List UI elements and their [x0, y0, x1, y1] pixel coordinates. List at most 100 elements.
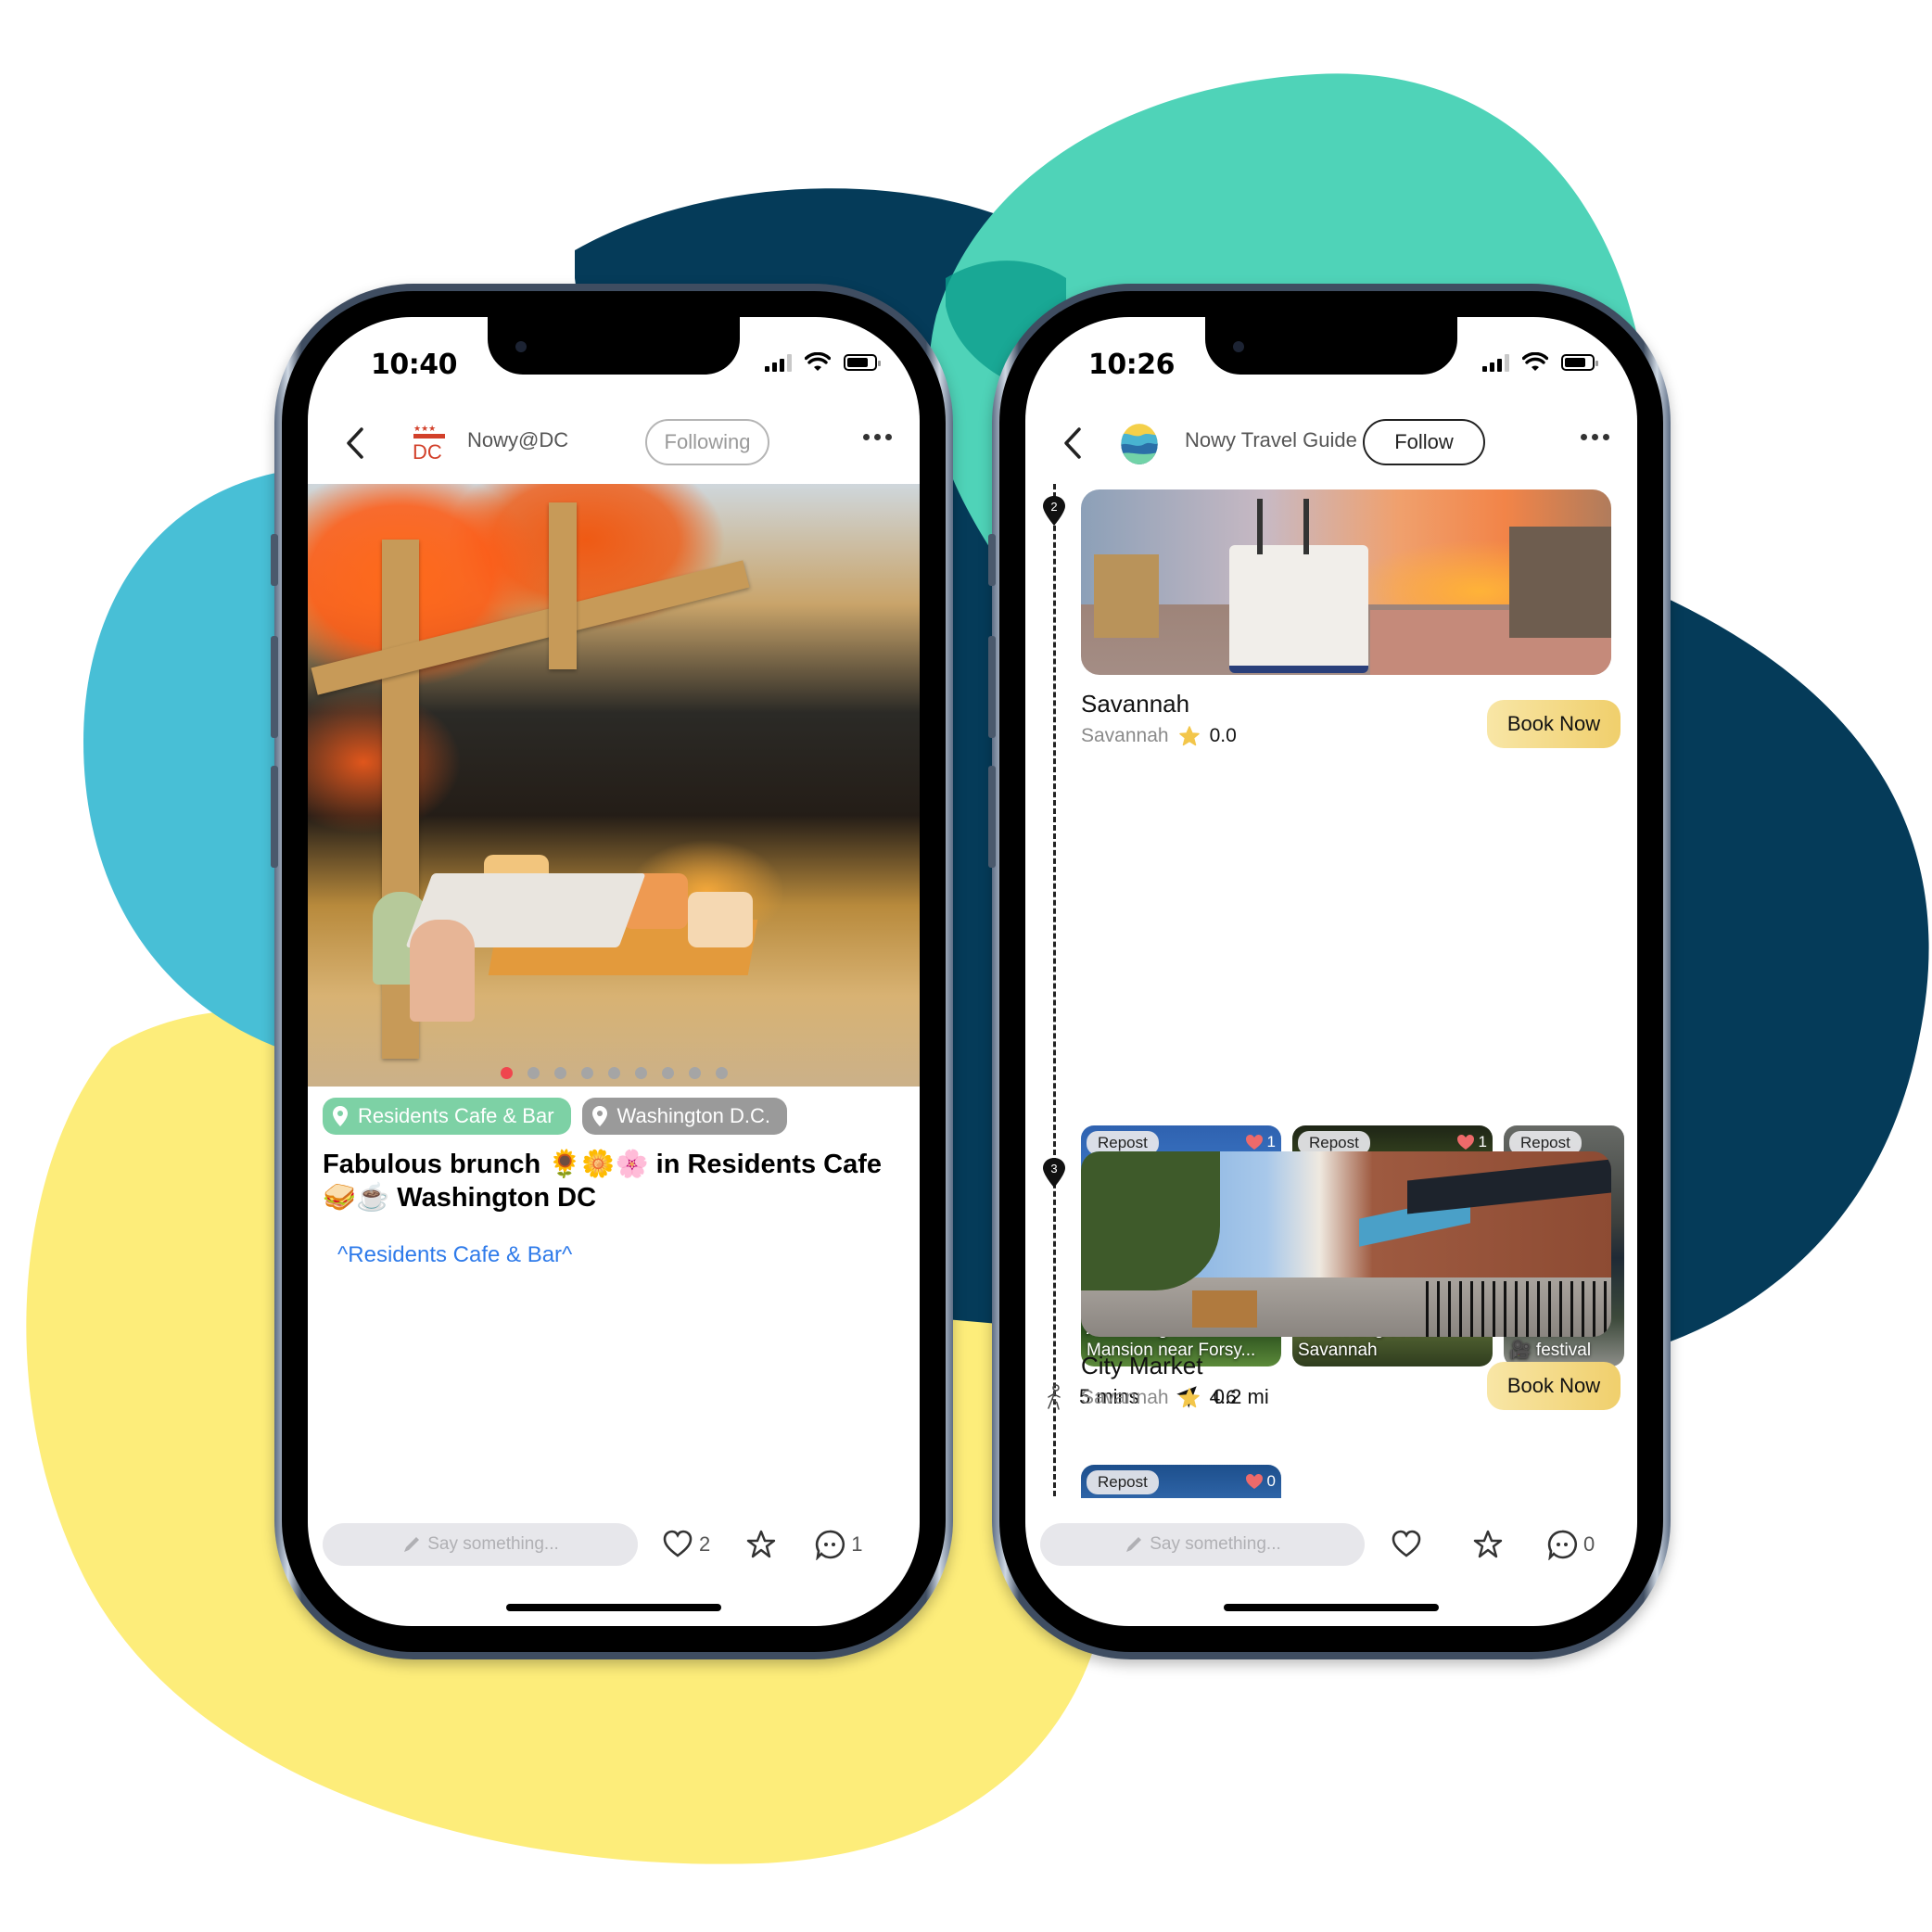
place-city: Savannah — [1081, 725, 1169, 746]
comment-button[interactable]: 1 — [814, 1529, 863, 1560]
status-icons — [1482, 352, 1598, 373]
nav-bar: Nowy Travel Guide Follow — [1025, 410, 1637, 475]
more-options-icon[interactable] — [1581, 434, 1609, 440]
heart-filled-icon — [1245, 1474, 1263, 1489]
battery-icon — [1561, 354, 1598, 371]
side-button-volume-up — [271, 636, 278, 738]
photo-pink-chair — [410, 920, 475, 1022]
location-pin-icon — [333, 1106, 348, 1126]
photo-planter — [1192, 1290, 1257, 1328]
favorite-button[interactable] — [1472, 1529, 1504, 1560]
carousel-dot[interactable] — [688, 1067, 701, 1079]
repost-like-count: 0 — [1266, 1472, 1276, 1490]
place-name[interactable]: City Market — [1081, 1352, 1202, 1380]
wifi-icon — [805, 352, 831, 371]
svg-text:DC: DC — [413, 440, 442, 462]
place-photo-savannah[interactable] — [1081, 489, 1611, 675]
home-indicator[interactable] — [1224, 1604, 1439, 1611]
carousel-dot-active[interactable] — [500, 1067, 513, 1079]
side-button-volume-down — [988, 766, 996, 868]
repost-likes: 0 — [1245, 1472, 1276, 1491]
stop-marker-pin: 3 — [1043, 1158, 1065, 1188]
route-timeline — [1053, 484, 1056, 1496]
carousel-dot[interactable] — [580, 1067, 593, 1079]
side-button-volume-down — [271, 766, 278, 868]
photo-hotel — [1094, 554, 1159, 638]
comment-input[interactable]: Say something... — [1040, 1523, 1365, 1566]
heart-filled-icon — [1456, 1135, 1474, 1150]
like-count: 2 — [699, 1532, 711, 1556]
nav-bar: ★★★ DC Nowy@DC Following — [308, 410, 920, 475]
venue-link[interactable]: ^Residents Cafe & Bar^ — [337, 1242, 572, 1268]
carousel-dot[interactable] — [715, 1067, 728, 1079]
photo-tree — [1081, 1151, 1220, 1290]
photo-pergola-beam — [311, 560, 750, 695]
right-screen: 10:26 Nowy Travel Guide Follow 2 Savanna… — [1025, 317, 1637, 1626]
repost-like-count: 1 — [1478, 1133, 1487, 1150]
walking-person-icon — [1048, 1384, 1061, 1410]
washington-dc-logo[interactable]: ★★★ DC — [412, 423, 447, 462]
city-tag[interactable]: Washington D.C. — [581, 1098, 788, 1135]
carousel-dot[interactable] — [607, 1067, 620, 1079]
follow-button[interactable]: Follow — [1363, 419, 1485, 465]
carousel-dot[interactable] — [553, 1067, 566, 1079]
wifi-icon — [1522, 352, 1548, 371]
back-chevron-icon[interactable] — [1061, 426, 1088, 460]
chat-bubble-icon — [1547, 1530, 1578, 1560]
comment-input[interactable]: Say something... — [323, 1523, 638, 1566]
signal-icon — [765, 353, 792, 372]
chat-bubble-icon — [816, 1530, 845, 1560]
photo-buildings — [1509, 527, 1611, 638]
star-outline-icon — [747, 1530, 776, 1558]
pencil-icon — [1126, 1537, 1142, 1552]
back-chevron-icon[interactable] — [343, 426, 371, 460]
side-button-mute — [988, 534, 996, 586]
carousel-dot[interactable] — [634, 1067, 647, 1079]
status-time: 10:40 — [371, 349, 458, 381]
repost-card[interactable]: Repost 0 — [1081, 1465, 1281, 1498]
comment-bar: Say something... 0 — [1040, 1522, 1622, 1567]
side-button-volume-up — [988, 636, 996, 738]
venue-tag[interactable]: Residents Cafe & Bar — [323, 1098, 571, 1135]
comment-button[interactable]: 0 — [1546, 1529, 1595, 1560]
account-name[interactable]: Nowy@DC — [467, 428, 568, 452]
place-rating: 0.0 — [1209, 725, 1237, 746]
post-photo-carousel[interactable] — [308, 484, 920, 1087]
book-now-button[interactable]: Book Now — [1487, 1362, 1621, 1410]
travel-guide-logo[interactable] — [1118, 423, 1161, 465]
location-tags: Residents Cafe & Bar Washington D.C. — [323, 1098, 788, 1135]
repost-like-count: 1 — [1266, 1133, 1276, 1150]
stop-number: 3 — [1050, 1162, 1057, 1176]
venue-tag-label: Residents Cafe & Bar — [358, 1104, 554, 1127]
left-screen: 10:40 ★★★ DC Nowy@DC Following Residents… — [308, 317, 920, 1626]
repost-likes: 1 — [1245, 1133, 1276, 1151]
following-button[interactable]: Following — [645, 419, 769, 465]
place-photo-city-market[interactable] — [1081, 1151, 1611, 1337]
home-indicator[interactable] — [506, 1604, 721, 1611]
photo-pillow — [688, 892, 753, 947]
photo-riverboat — [1229, 499, 1368, 673]
carousel-dot[interactable] — [661, 1067, 674, 1079]
account-name[interactable]: Nowy Travel Guide — [1185, 428, 1357, 452]
place-rating: 4.6 — [1209, 1387, 1237, 1408]
carousel-dots — [308, 1067, 920, 1079]
comment-count: 0 — [1583, 1532, 1595, 1556]
place-name[interactable]: Savannah — [1081, 690, 1189, 718]
pencil-icon — [404, 1537, 420, 1552]
favorite-button[interactable] — [745, 1529, 777, 1560]
like-button[interactable]: 2 — [662, 1529, 710, 1560]
book-now-button[interactable]: Book Now — [1487, 700, 1621, 748]
side-button-mute — [271, 534, 278, 586]
carousel-dot[interactable] — [527, 1067, 540, 1079]
comment-placeholder: Say something... — [1150, 1534, 1281, 1554]
status-time: 10:26 — [1088, 349, 1176, 381]
more-options-icon[interactable] — [863, 434, 892, 440]
signal-icon — [1482, 353, 1509, 372]
heart-icon — [1392, 1530, 1421, 1557]
like-button[interactable] — [1391, 1529, 1428, 1560]
photo-fence — [1426, 1281, 1611, 1337]
stop-number: 2 — [1050, 500, 1057, 514]
photo-awning — [1407, 1159, 1611, 1214]
status-icons — [765, 352, 881, 373]
comment-count: 1 — [851, 1532, 863, 1556]
